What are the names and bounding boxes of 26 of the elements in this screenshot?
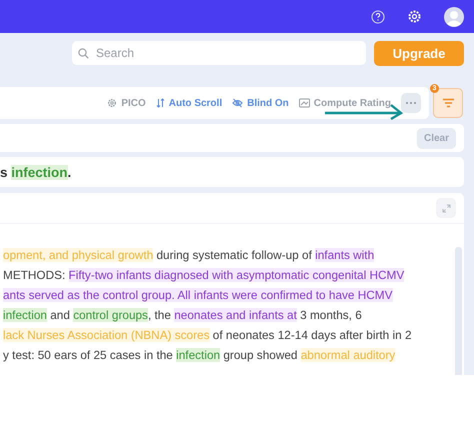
pico-button[interactable]: PICO xyxy=(107,98,146,108)
rating-button[interactable]: Compute Rating xyxy=(298,98,391,108)
autoscroll-button[interactable]: Auto Scroll xyxy=(156,98,222,108)
more-button[interactable] xyxy=(401,93,421,113)
help-icon[interactable] xyxy=(371,10,385,24)
abstract-text-line: infection and control groups, the neonates and infants at 3 months, 6 xyxy=(2,307,363,324)
expand-icon xyxy=(442,204,450,212)
search-field[interactable]: Search xyxy=(94,45,338,61)
eye-off-icon xyxy=(232,98,244,108)
upgrade-button[interactable]: Upgrade xyxy=(374,41,464,66)
scrollbar[interactable] xyxy=(455,247,462,375)
abstract-text-line: lack Nurses Association (NBNA) scores of neonates 12-14 days after birth in 2 xyxy=(2,327,413,344)
blind-button[interactable]: Blind On xyxy=(232,98,289,108)
image-icon xyxy=(298,98,310,108)
abstract-text-line: opment, and physical growth during systematic follow-up of infants with xyxy=(2,247,376,264)
gear-icon xyxy=(107,98,118,108)
avatar-icon[interactable] xyxy=(444,6,464,26)
search-box[interactable]: Search xyxy=(72,41,366,65)
abstract-text-line: y test: 50 ears of 25 cases in the infection group showed abnormal auditory xyxy=(2,347,396,364)
settings-icon[interactable] xyxy=(407,9,422,24)
clear-button[interactable]: Clear xyxy=(416,128,456,148)
article-title: s infection. xyxy=(0,164,72,180)
filter-icon xyxy=(442,98,454,108)
abstract-text-line: METHODS: Fifty-two infants diagnosed with asymptomatic congenital HCMV xyxy=(2,267,406,284)
sort-arrows-icon xyxy=(156,98,165,108)
search-icon xyxy=(78,48,89,58)
